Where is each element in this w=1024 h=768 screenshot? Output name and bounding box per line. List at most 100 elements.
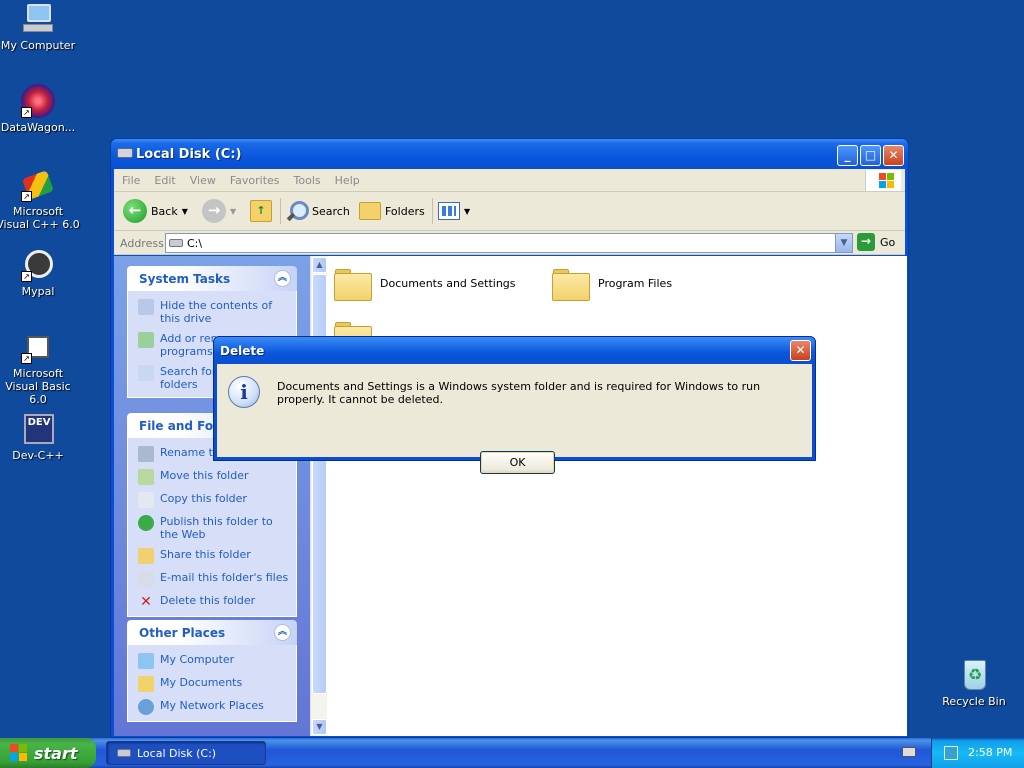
close-button[interactable]: ✕ (883, 145, 904, 166)
menu-view[interactable]: View (182, 169, 222, 187)
task-link[interactable]: My Documents (138, 676, 290, 692)
menu-favorites[interactable]: Favorites (222, 169, 286, 187)
desktop-icon-datawagon[interactable]: ↗ DataWagon... (0, 84, 80, 134)
desktop-icon-label: Dev-C++ (12, 449, 64, 462)
address-value: C:\ (187, 237, 203, 250)
folders-label: Folders (385, 204, 425, 218)
views-icon (438, 202, 460, 220)
maximize-button[interactable]: □ (860, 145, 881, 166)
desktop-icon-label: Recycle Bin (942, 695, 1006, 708)
task-link[interactable]: My Network Places (138, 699, 290, 715)
group-header[interactable]: Other Places ︽ (127, 620, 297, 645)
desktop-icon-dev-cpp[interactable]: DEV Dev-C++ (0, 412, 80, 462)
task-link[interactable]: ✕ Delete this folder (138, 594, 290, 610)
keyboard-icon[interactable] (902, 747, 916, 757)
collapse-icon[interactable]: ︽ (274, 624, 291, 641)
taskbar-window-label: Local Disk (C:) (137, 746, 217, 760)
window-titlebar[interactable]: Local Disk (C:) _ □ ✕ (111, 139, 908, 169)
scroll-up-button[interactable]: ▲ (312, 257, 327, 273)
recycle-bin-icon: ♻ (957, 658, 991, 692)
computer-icon (138, 653, 154, 669)
collapse-icon[interactable]: ︽ (274, 270, 291, 287)
group-title: System Tasks (139, 272, 231, 286)
documents-icon (138, 676, 154, 692)
visual-cpp-icon: ↗ (21, 168, 55, 202)
dialog-message: Documents and Settings is a Windows syst… (277, 380, 761, 406)
desktop-icon-recycle-bin[interactable]: ♻ Recycle Bin (932, 658, 1016, 708)
address-dropdown-button[interactable]: ▼ (835, 234, 852, 252)
desktop-icon-visual-basic[interactable]: ↗ Microsoft Visual Basic 6.0 (0, 330, 80, 406)
visual-basic-icon: ↗ (21, 330, 55, 364)
menu-help[interactable]: Help (327, 169, 366, 187)
delete-icon: ✕ (140, 594, 152, 610)
back-button[interactable]: ← Back ▼ (123, 198, 188, 224)
task-pane: System Tasks ︽ Hide the contents of this… (114, 256, 310, 736)
task-link[interactable]: Copy this folder (138, 492, 290, 508)
menu-file[interactable]: File (114, 169, 146, 187)
task-link[interactable]: Share this folder (138, 548, 290, 564)
group-body: Rename this folder Move this folder Copy… (127, 438, 297, 617)
task-link[interactable]: Hide the contents of this drive (138, 299, 290, 325)
desktop-icon-mypal[interactable]: ↗ Mypal (0, 248, 80, 298)
folder-item[interactable]: Program Files (552, 267, 672, 301)
ok-button[interactable]: OK (480, 451, 555, 474)
drive-icon (117, 148, 133, 158)
task-link[interactable]: E-mail this folder's files (138, 571, 290, 587)
group-title: Other Places (139, 626, 226, 640)
back-arrow-icon: ← (123, 199, 147, 223)
dev-cpp-icon: DEV (21, 412, 55, 446)
windows-logo-icon (865, 170, 901, 191)
address-input[interactable]: C:\ ▼ (165, 233, 853, 253)
desktop-icon-my-computer[interactable]: My Computer (0, 2, 80, 52)
go-arrow-icon: → (857, 233, 875, 251)
info-icon: i (228, 376, 260, 408)
network-icon[interactable] (944, 746, 958, 760)
minimize-button[interactable]: _ (837, 145, 858, 166)
chevron-down-icon[interactable]: ▼ (230, 207, 236, 216)
task-link[interactable]: My Computer (138, 653, 290, 669)
move-icon (138, 469, 154, 485)
task-link[interactable]: Publish this folder to the Web (138, 515, 290, 541)
delete-dialog: Delete ✕ i Documents and Settings is a W… (213, 336, 816, 474)
start-label: start (34, 743, 78, 763)
chevron-down-icon[interactable]: ▼ (464, 207, 470, 216)
back-label: Back (151, 204, 178, 218)
forward-arrow-icon: → (202, 199, 226, 223)
go-label: Go (880, 235, 896, 249)
search-icon (286, 200, 309, 222)
dialog-close-button[interactable]: ✕ (790, 340, 811, 361)
dialog-titlebar[interactable]: Delete ✕ (214, 337, 815, 364)
chevron-down-icon[interactable]: ▼ (182, 207, 188, 216)
menu-edit[interactable]: Edit (146, 169, 181, 187)
programs-icon (138, 332, 154, 348)
clock[interactable]: 2:58 PM (968, 746, 1012, 759)
desktop-icon-visual-cpp[interactable]: ↗ Microsoft Visual C++ 6.0 (0, 168, 80, 231)
forward-button[interactable]: → ▼ (202, 198, 236, 224)
folders-button[interactable]: Folders (359, 198, 425, 224)
taskbar-window-button[interactable]: Local Disk (C:) (106, 741, 266, 765)
rename-icon (138, 446, 154, 462)
folder-icon (552, 267, 590, 301)
group-header[interactable]: System Tasks ︽ (127, 266, 297, 291)
publish-web-icon (138, 515, 154, 531)
toolbar-separator (280, 198, 281, 224)
scroll-down-button[interactable]: ▼ (312, 719, 327, 735)
start-button[interactable]: start (0, 738, 96, 768)
system-tray: 2:58 PM (931, 738, 1024, 768)
folder-content: ▲ ▼ Documents and Settings Program Files (310, 256, 907, 736)
up-button[interactable]: ↑ (250, 198, 272, 224)
desktop-icon-label: Microsoft Visual Basic 6.0 (5, 367, 71, 406)
task-link[interactable]: Move this folder (138, 469, 290, 485)
views-button[interactable]: ▼ (438, 198, 470, 224)
vertical-scrollbar[interactable]: ▲ ▼ (310, 256, 327, 736)
folder-item[interactable]: Documents and Settings (334, 267, 516, 301)
folder-name: Documents and Settings (380, 276, 516, 290)
folders-icon (359, 202, 381, 220)
search-button[interactable]: Search (286, 198, 350, 224)
menu-tools[interactable]: Tools (286, 169, 327, 187)
drive-icon (169, 239, 183, 247)
address-label: Address (120, 237, 164, 250)
other-places-group: Other Places ︽ My Computer My Documents … (127, 620, 297, 722)
go-button[interactable]: → Go (857, 233, 895, 251)
standard-toolbar: ← Back ▼ → ▼ ↑ Search Folders ▼ (114, 192, 905, 231)
